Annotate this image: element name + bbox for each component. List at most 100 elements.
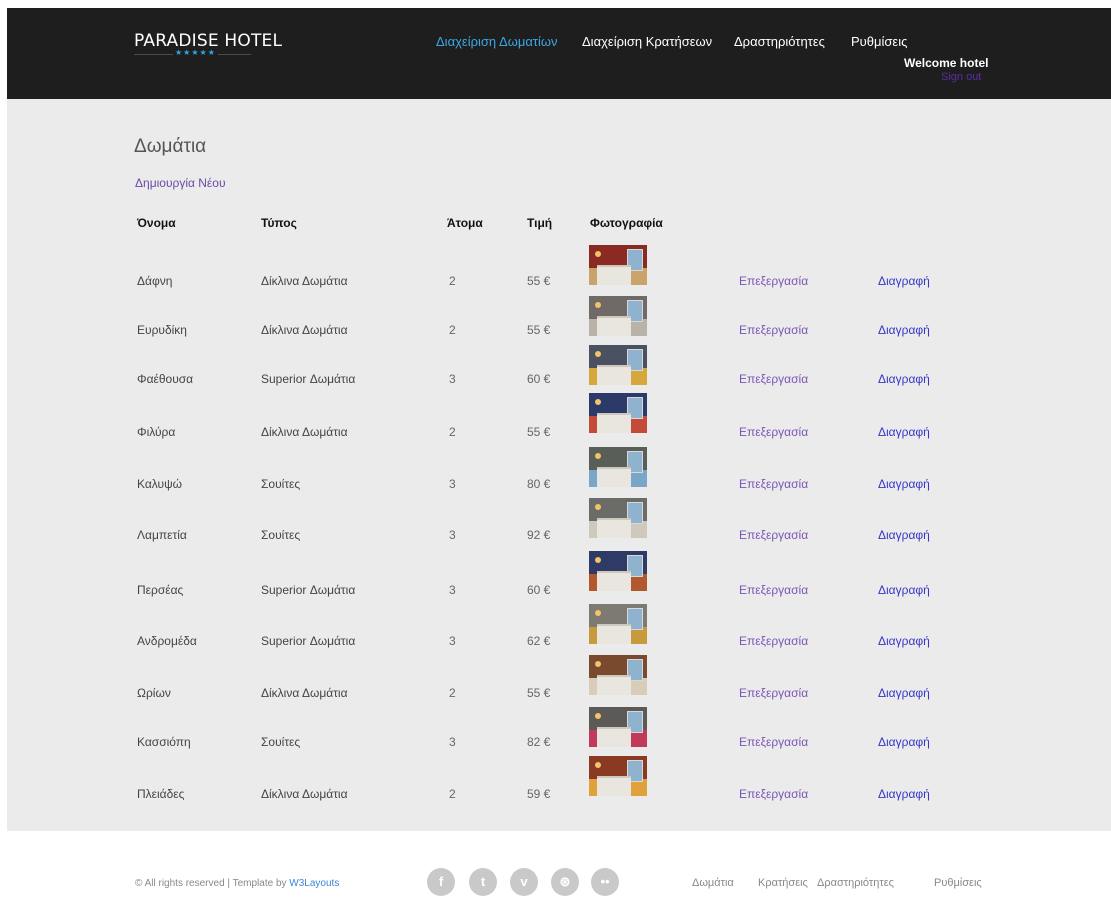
edit-room-link[interactable]: Επεξεργασία: [739, 372, 808, 386]
room-price: 55 €: [527, 323, 551, 337]
room-type: Δίκλινα Δωμάτια: [261, 787, 348, 801]
vimeo-icon[interactable]: v: [510, 868, 538, 896]
room-name: Καλυψώ: [137, 477, 182, 491]
delete-room-link[interactable]: Διαγραφή: [878, 274, 930, 288]
room-type: Superior Δωμάτια: [261, 634, 356, 648]
delete-room-link[interactable]: Διαγραφή: [878, 372, 930, 386]
edit-room-link[interactable]: Επεξεργασία: [739, 477, 808, 491]
room-persons: 2: [449, 274, 456, 288]
delete-room-link[interactable]: Διαγραφή: [878, 735, 930, 749]
edit-room-link[interactable]: Επεξεργασία: [739, 735, 808, 749]
delete-room-link[interactable]: Διαγραφή: [878, 583, 930, 597]
room-photo: [589, 707, 647, 747]
room-persons: 2: [449, 787, 456, 801]
footer-link-bookings[interactable]: Κρατήσεις: [758, 877, 808, 889]
nav-activities[interactable]: Δραστηριότητες: [734, 34, 825, 49]
room-photo: [589, 756, 647, 796]
room-persons: 3: [449, 583, 456, 597]
room-photo: [589, 345, 647, 385]
photo-lamp: [595, 713, 601, 719]
room-type: Δίκλινα Δωμάτια: [261, 274, 348, 288]
photo-lamp: [595, 453, 601, 459]
footer-link-rooms[interactable]: Δωμάτια: [692, 877, 734, 889]
hotel-logo[interactable]: PARADISE HOTEL ★★★★★: [134, 31, 282, 57]
sign-out-link[interactable]: Sign out: [941, 71, 981, 83]
room-persons: 3: [449, 477, 456, 491]
room-price: 80 €: [527, 477, 551, 491]
room-price: 60 €: [527, 372, 551, 386]
room-persons: 3: [449, 528, 456, 542]
delete-room-link[interactable]: Διαγραφή: [878, 634, 930, 648]
room-persons: 3: [449, 372, 456, 386]
create-new-room-link[interactable]: Δημιουργία Νέου: [135, 176, 226, 190]
room-name: Ανδρομέδα: [137, 634, 197, 648]
footer-link-activities[interactable]: Δραστηριότητες: [817, 877, 894, 889]
photo-lamp: [595, 251, 601, 257]
delete-room-link[interactable]: Διαγραφή: [878, 787, 930, 801]
copyright-text: © All rights reserved | Template by: [135, 878, 287, 889]
edit-room-link[interactable]: Επεξεργασία: [739, 425, 808, 439]
edit-room-link[interactable]: Επεξεργασία: [739, 323, 808, 337]
twitter-icon[interactable]: t: [469, 868, 497, 896]
room-type: Σουίτες: [261, 735, 301, 749]
room-price: 62 €: [527, 634, 551, 648]
room-persons: 2: [449, 425, 456, 439]
room-photo: [589, 551, 647, 591]
dribbble-icon[interactable]: ⊛: [551, 868, 579, 896]
photo-bed: [597, 727, 631, 747]
nav-settings[interactable]: Ρυθμίσεις: [851, 34, 907, 49]
flickr-icon[interactable]: ••: [591, 868, 619, 896]
room-name: Δάφνη: [137, 274, 173, 288]
room-photo: [589, 245, 647, 285]
photo-bed: [597, 571, 631, 591]
room-name: Περσέας: [137, 583, 184, 597]
delete-room-link[interactable]: Διαγραφή: [878, 528, 930, 542]
room-price: 55 €: [527, 425, 551, 439]
room-photo: [589, 296, 647, 336]
edit-room-link[interactable]: Επεξεργασία: [739, 634, 808, 648]
photo-bed: [597, 675, 631, 695]
room-price: 92 €: [527, 528, 551, 542]
delete-room-link[interactable]: Διαγραφή: [878, 425, 930, 439]
photo-lamp: [595, 661, 601, 667]
column-header-persons: Άτομα: [447, 216, 483, 230]
nav-bookings-management[interactable]: Διαχείριση Κρατήσεων: [582, 34, 712, 49]
column-header-price: Τιμή: [527, 216, 553, 230]
top-navbar: PARADISE HOTEL ★★★★★ Διαχείριση Δωματίων…: [7, 8, 1111, 99]
room-name: Ευρυδίκη: [137, 323, 187, 337]
room-type: Σουίτες: [261, 477, 301, 491]
edit-room-link[interactable]: Επεξεργασία: [739, 583, 808, 597]
footer-link-settings[interactable]: Ρυθμίσεις: [934, 877, 982, 889]
photo-bed: [597, 365, 631, 385]
photo-lamp: [595, 351, 601, 357]
delete-room-link[interactable]: Διαγραφή: [878, 323, 930, 337]
room-type: Superior Δωμάτια: [261, 583, 356, 597]
w3layouts-link[interactable]: W3Layouts: [289, 878, 339, 889]
photo-lamp: [595, 557, 601, 563]
room-type: Δίκλινα Δωμάτια: [261, 425, 348, 439]
photo-lamp: [595, 762, 601, 768]
page-title: Δωμάτια: [134, 136, 207, 157]
delete-room-link[interactable]: Διαγραφή: [878, 686, 930, 700]
delete-room-link[interactable]: Διαγραφή: [878, 477, 930, 491]
room-persons: 3: [449, 634, 456, 648]
photo-bed: [597, 413, 631, 433]
photo-bed: [597, 316, 631, 336]
facebook-icon[interactable]: f: [427, 868, 455, 896]
nav-rooms-management[interactable]: Διαχείριση Δωματίων: [436, 34, 558, 49]
photo-bed: [597, 518, 631, 538]
column-header-name: Όνομα: [137, 216, 176, 230]
room-persons: 2: [449, 686, 456, 700]
room-persons: 2: [449, 323, 456, 337]
edit-room-link[interactable]: Επεξεργασία: [739, 274, 808, 288]
room-photo: [589, 393, 647, 433]
star-rating-icon: ★★★★★: [173, 48, 218, 57]
photo-lamp: [595, 399, 601, 405]
room-type: Σουίτες: [261, 528, 301, 542]
edit-room-link[interactable]: Επεξεργασία: [739, 787, 808, 801]
edit-room-link[interactable]: Επεξεργασία: [739, 528, 808, 542]
photo-bed: [597, 624, 631, 644]
edit-room-link[interactable]: Επεξεργασία: [739, 686, 808, 700]
room-photo: [589, 498, 647, 538]
room-price: 55 €: [527, 274, 551, 288]
